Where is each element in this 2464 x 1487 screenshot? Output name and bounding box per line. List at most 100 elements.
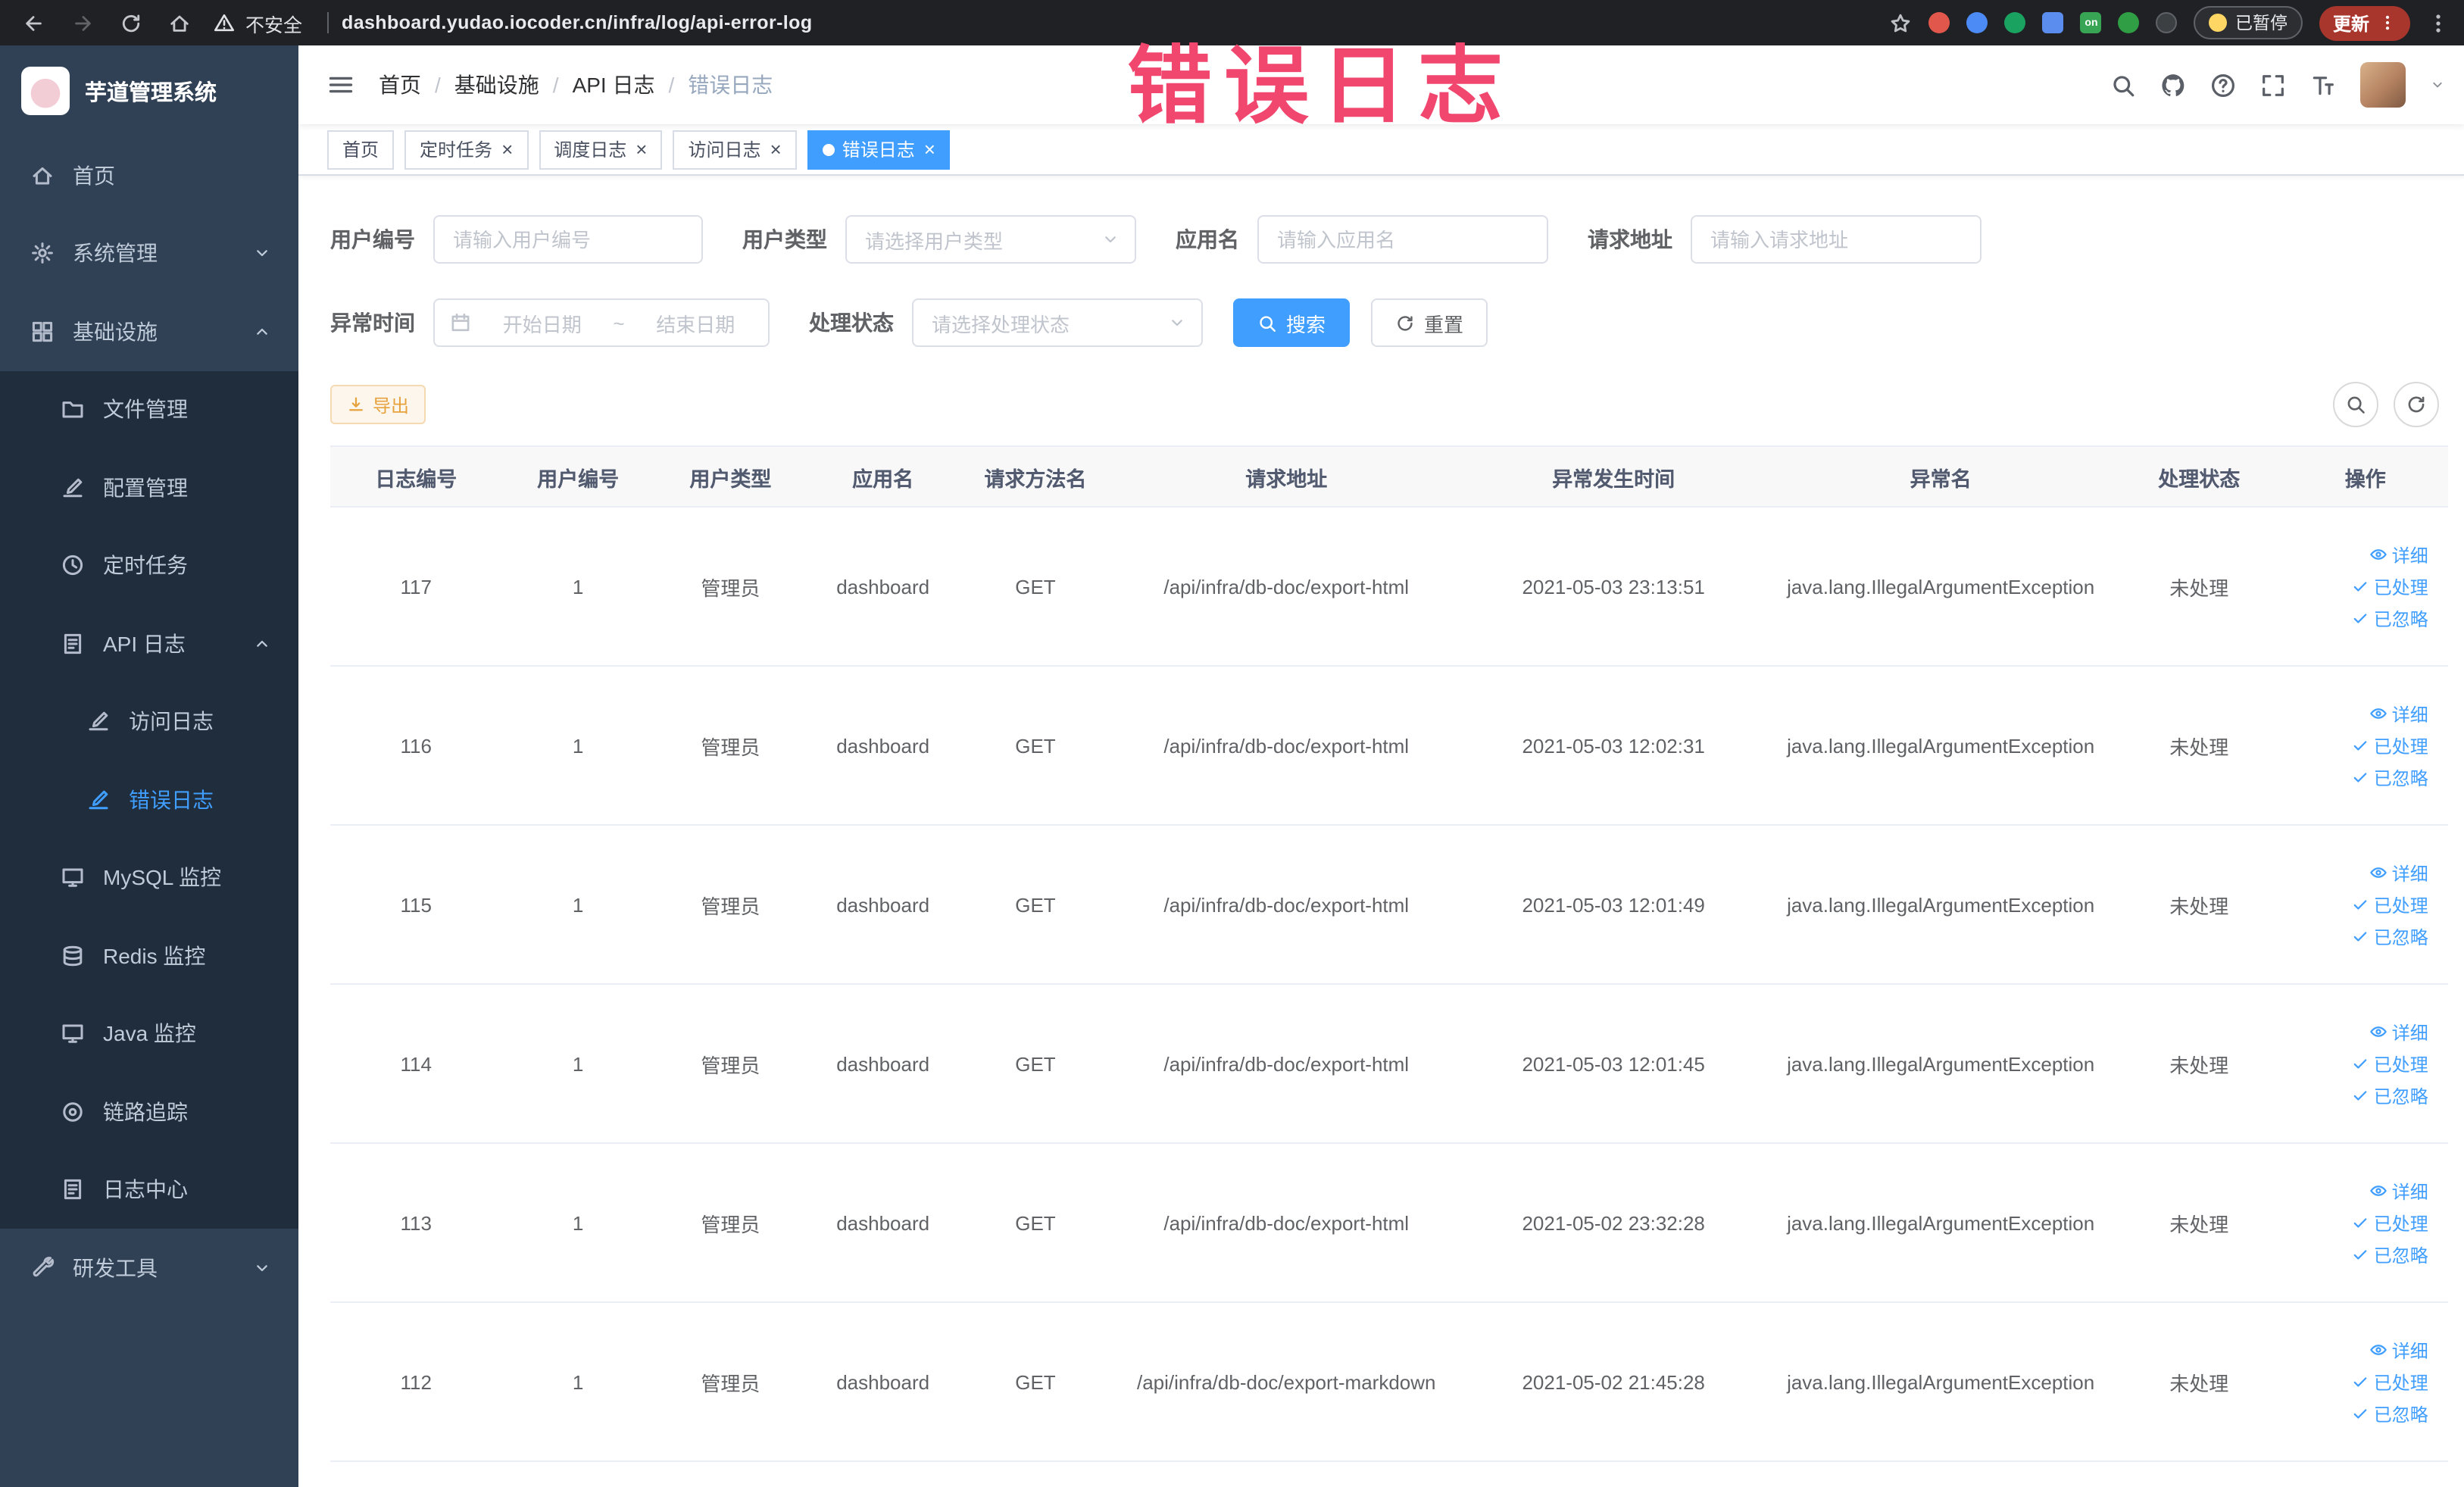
ignore-link[interactable]: 已忽略 <box>2351 923 2428 949</box>
browser-menu-icon[interactable] <box>2427 11 2450 34</box>
sidebar-item[interactable]: 首页 <box>0 136 298 214</box>
ignore-link[interactable]: 已忽略 <box>2351 605 2428 631</box>
request-url-input[interactable] <box>1691 215 1982 264</box>
ignore-link[interactable]: 已忽略 <box>2351 1082 2428 1108</box>
extension-on-label: on <box>2085 17 2098 28</box>
font-size-icon[interactable] <box>2310 72 2336 98</box>
reset-button[interactable]: 重置 <box>1371 298 1488 347</box>
browser-back-icon[interactable] <box>23 11 45 34</box>
extension-icon[interactable] <box>2004 12 2026 33</box>
edit-icon <box>61 476 85 500</box>
extension-icon[interactable] <box>2118 12 2140 33</box>
chevron-down-icon[interactable] <box>2430 77 2445 92</box>
check-icon <box>2351 768 2369 786</box>
monitor-icon <box>61 866 85 890</box>
tab[interactable]: 定时任务 × <box>404 130 529 169</box>
processed-link[interactable]: 已处理 <box>2351 1369 2428 1395</box>
sidebar-item[interactable]: 错误日志 <box>0 761 298 839</box>
ignore-link[interactable]: 已忽略 <box>2351 1242 2428 1267</box>
cell-status: 未处理 <box>2169 576 2229 599</box>
ignore-link[interactable]: 已忽略 <box>2351 1401 2428 1426</box>
tab[interactable]: 错误日志 × <box>807 130 951 169</box>
user-id-input[interactable] <box>433 215 703 264</box>
sidebar-item[interactable]: 基础设施 <box>0 292 298 370</box>
sidebar-item[interactable]: Java 监控 <box>0 995 298 1073</box>
extension-icon[interactable] <box>1928 12 1950 33</box>
column-header: 应用名 <box>852 467 914 490</box>
refresh-button[interactable] <box>2394 382 2439 427</box>
hide-search-button[interactable] <box>2333 382 2378 427</box>
site-security-chip[interactable]: 不安全 <box>214 8 342 37</box>
breadcrumb-item[interactable]: 首页 <box>379 70 421 100</box>
sidebar-item[interactable]: 定时任务 <box>0 526 298 604</box>
sidebar-item[interactable]: 访问日志 <box>0 683 298 761</box>
date-range-picker[interactable]: 开始日期 ~ 结束日期 <box>433 298 770 347</box>
processed-link[interactable]: 已处理 <box>2351 733 2428 758</box>
sidebar-item[interactable]: 链路追踪 <box>0 1073 298 1151</box>
search-icon[interactable] <box>2110 72 2136 98</box>
processed-link[interactable]: 已处理 <box>2351 1210 2428 1236</box>
bookmark-star-icon[interactable] <box>1890 11 1913 34</box>
fullscreen-icon[interactable] <box>2260 72 2286 98</box>
breadcrumb-item[interactable]: 基础设施 <box>454 70 539 100</box>
processed-link[interactable]: 已处理 <box>2351 1051 2428 1076</box>
sidebar-item[interactable]: API 日志 <box>0 604 298 683</box>
sidebar-item[interactable]: 日志中心 <box>0 1151 298 1229</box>
github-icon[interactable] <box>2160 72 2186 98</box>
close-icon[interactable]: × <box>770 139 782 159</box>
extension-icon[interactable]: on <box>2080 12 2102 33</box>
chevron-up-icon <box>253 635 271 653</box>
app-name-input[interactable] <box>1257 215 1548 264</box>
cell-app: dashboard <box>836 893 930 916</box>
address-url[interactable]: dashboard.yudao.iocoder.cn/infra/log/api… <box>342 12 812 33</box>
close-icon[interactable]: × <box>924 139 935 159</box>
browser-reload-icon[interactable] <box>120 11 142 34</box>
sidebar-item[interactable]: 配置管理 <box>0 448 298 526</box>
paused-extension-badge[interactable]: 已暂停 <box>2194 6 2303 39</box>
close-icon[interactable]: × <box>636 139 647 159</box>
sidebar-toggle-button[interactable] <box>298 71 379 98</box>
extension-icon[interactable] <box>2042 12 2064 33</box>
cell-url: /api/infra/db-doc/export-html <box>1163 1211 1410 1234</box>
cell-exception: java.lang.IllegalArgumentException <box>1787 575 2095 598</box>
help-icon[interactable] <box>2210 72 2236 98</box>
reset-button-label: 重置 <box>1424 313 1464 336</box>
browser-home-icon[interactable] <box>168 11 191 34</box>
detail-link[interactable]: 详细 <box>2369 542 2428 567</box>
process-status-select[interactable]: 请选择处理状态 <box>912 298 1203 347</box>
calendar-icon <box>450 312 471 333</box>
sidebar-item[interactable]: MySQL 监控 <box>0 839 298 917</box>
table-row: 112 1 管理员 dashboard GET/api/infra/db-doc/exp… <box>330 1303 2448 1462</box>
browser-forward-icon[interactable] <box>71 11 94 34</box>
sidebar-item[interactable]: 文件管理 <box>0 370 298 448</box>
tab[interactable]: 调度日志 × <box>539 130 663 169</box>
user-type-select[interactable]: 请选择用户类型 <box>845 215 1136 264</box>
extension-icon[interactable] <box>1966 12 1988 33</box>
sidebar-item[interactable]: 系统管理 <box>0 214 298 292</box>
sidebar-item[interactable]: 研发工具 <box>0 1229 298 1307</box>
detail-link[interactable]: 详细 <box>2369 1337 2428 1363</box>
breadcrumb-item: 错误日志 <box>688 73 773 97</box>
sidebar-item-label: MySQL 监控 <box>103 865 222 890</box>
tab[interactable]: 首页 <box>327 130 395 169</box>
sidebar-item[interactable]: Redis 监控 <box>0 917 298 995</box>
tab[interactable]: 访问日志 × <box>673 130 797 169</box>
processed-link[interactable]: 已处理 <box>2351 573 2428 599</box>
download-icon <box>347 395 365 414</box>
annotation-watermark: 错误日志 <box>1127 38 1515 136</box>
export-button[interactable]: 导出 <box>330 385 426 424</box>
detail-link[interactable]: 详细 <box>2369 1019 2428 1045</box>
ignore-link[interactable]: 已忽略 <box>2351 764 2428 790</box>
app-logo[interactable]: 芋道管理系统 <box>0 45 298 136</box>
breadcrumb-item[interactable]: API 日志 <box>573 70 655 100</box>
close-icon[interactable]: × <box>501 139 513 159</box>
processed-link[interactable]: 已处理 <box>2351 892 2428 917</box>
extension-icon[interactable] <box>2156 12 2178 33</box>
update-button[interactable]: 更新 <box>2319 5 2410 40</box>
search-button[interactable]: 搜索 <box>1233 298 1351 347</box>
detail-link[interactable]: 详细 <box>2369 701 2428 726</box>
cell-exception: java.lang.IllegalArgumentException <box>1787 1211 2095 1234</box>
detail-link[interactable]: 详细 <box>2369 1178 2428 1204</box>
user-avatar[interactable] <box>2360 62 2406 108</box>
detail-link[interactable]: 详细 <box>2369 860 2428 886</box>
